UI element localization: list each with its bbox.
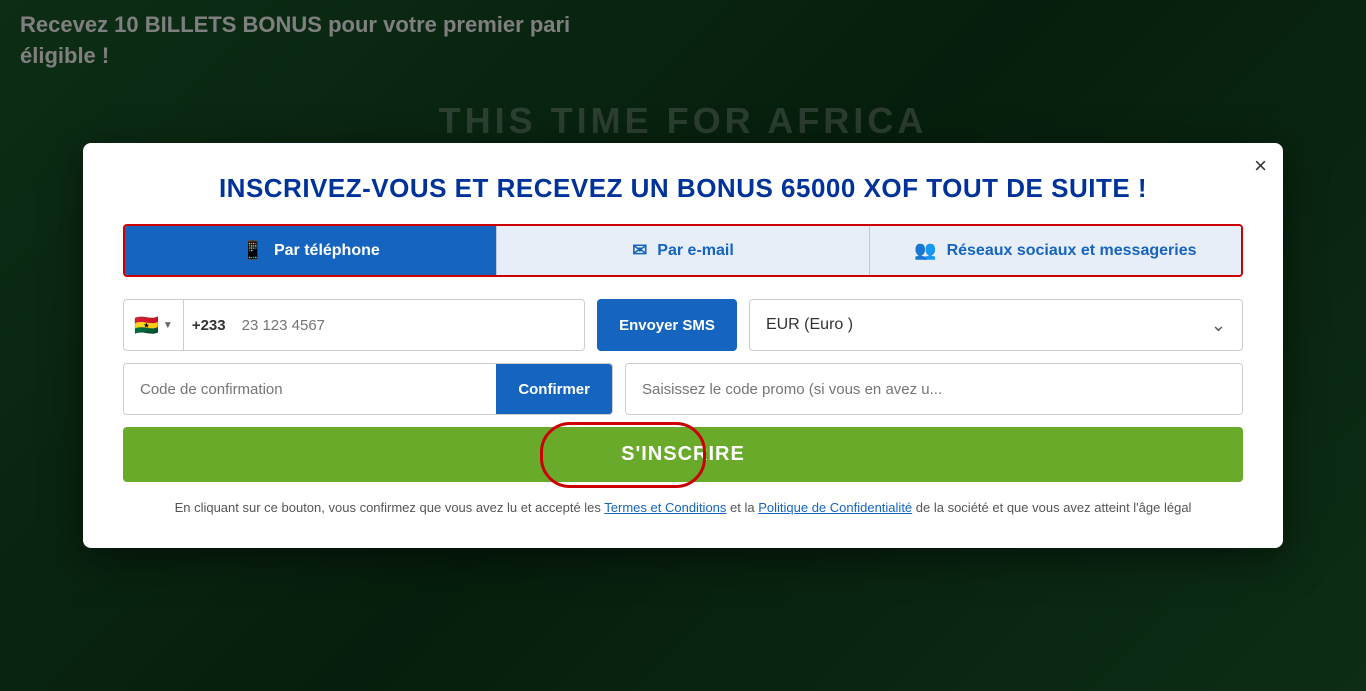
promo-input[interactable] — [626, 364, 1242, 414]
tab-phone-label: Par téléphone — [274, 242, 380, 260]
legal-text-before: En cliquant sur ce bouton, vous confirme… — [175, 500, 605, 515]
confirmation-input-group: Confirmer — [123, 363, 613, 415]
currency-chevron-icon: ⌄ — [1211, 315, 1226, 336]
register-button[interactable]: S'INSCRIRE — [123, 427, 1243, 482]
privacy-link[interactable]: Politique de Confidentialité — [758, 500, 912, 515]
tab-phone[interactable]: 📱 Par téléphone — [125, 226, 496, 275]
currency-dropdown[interactable]: EUR (Euro ) ⌄ — [749, 299, 1243, 351]
send-sms-button[interactable]: Envoyer SMS — [597, 299, 737, 351]
close-button[interactable]: × — [1254, 155, 1267, 177]
registration-tabs: 📱 Par téléphone ✉ Par e-mail 👥 Réseaux s… — [123, 224, 1243, 277]
tab-social[interactable]: 👥 Réseaux sociaux et messageries — [869, 226, 1241, 275]
tab-social-label: Réseaux sociaux et messageries — [947, 242, 1197, 260]
tab-email[interactable]: ✉ Par e-mail — [496, 226, 868, 275]
registration-modal: × INSCRIVEZ-VOUS ET RECEVEZ UN BONUS 650… — [83, 143, 1283, 548]
country-chevron-icon: ▼ — [163, 320, 173, 331]
confirmation-row: Confirmer — [123, 363, 1243, 415]
promo-input-wrapper — [625, 363, 1243, 415]
legal-text: En cliquant sur ce bouton, vous confirme… — [123, 498, 1243, 518]
confirm-button[interactable]: Confirmer — [496, 364, 612, 414]
email-icon: ✉ — [632, 240, 647, 261]
legal-text-after: de la société et que vous avez atteint l… — [912, 500, 1191, 515]
phone-input[interactable] — [234, 300, 584, 350]
legal-text-between: et la — [726, 500, 758, 515]
phone-input-group: 🇬🇭 ▼ +233 — [123, 299, 585, 351]
tab-email-label: Par e-mail — [657, 242, 733, 260]
currency-value: EUR (Euro ) — [766, 316, 853, 334]
terms-link[interactable]: Termes et Conditions — [604, 500, 726, 515]
social-icon: 👥 — [914, 240, 936, 261]
phone-prefix: +233 — [184, 317, 234, 334]
phone-row: 🇬🇭 ▼ +233 Envoyer SMS EUR (Euro ) ⌄ — [123, 299, 1243, 351]
country-selector[interactable]: 🇬🇭 ▼ — [124, 300, 184, 350]
modal-title: INSCRIVEZ-VOUS ET RECEVEZ UN BONUS 65000… — [123, 173, 1243, 204]
modal-overlay: × INSCRIVEZ-VOUS ET RECEVEZ UN BONUS 650… — [0, 0, 1366, 691]
country-flag: 🇬🇭 — [134, 313, 159, 338]
confirmation-input[interactable] — [124, 364, 496, 414]
phone-icon: 📱 — [242, 240, 264, 261]
